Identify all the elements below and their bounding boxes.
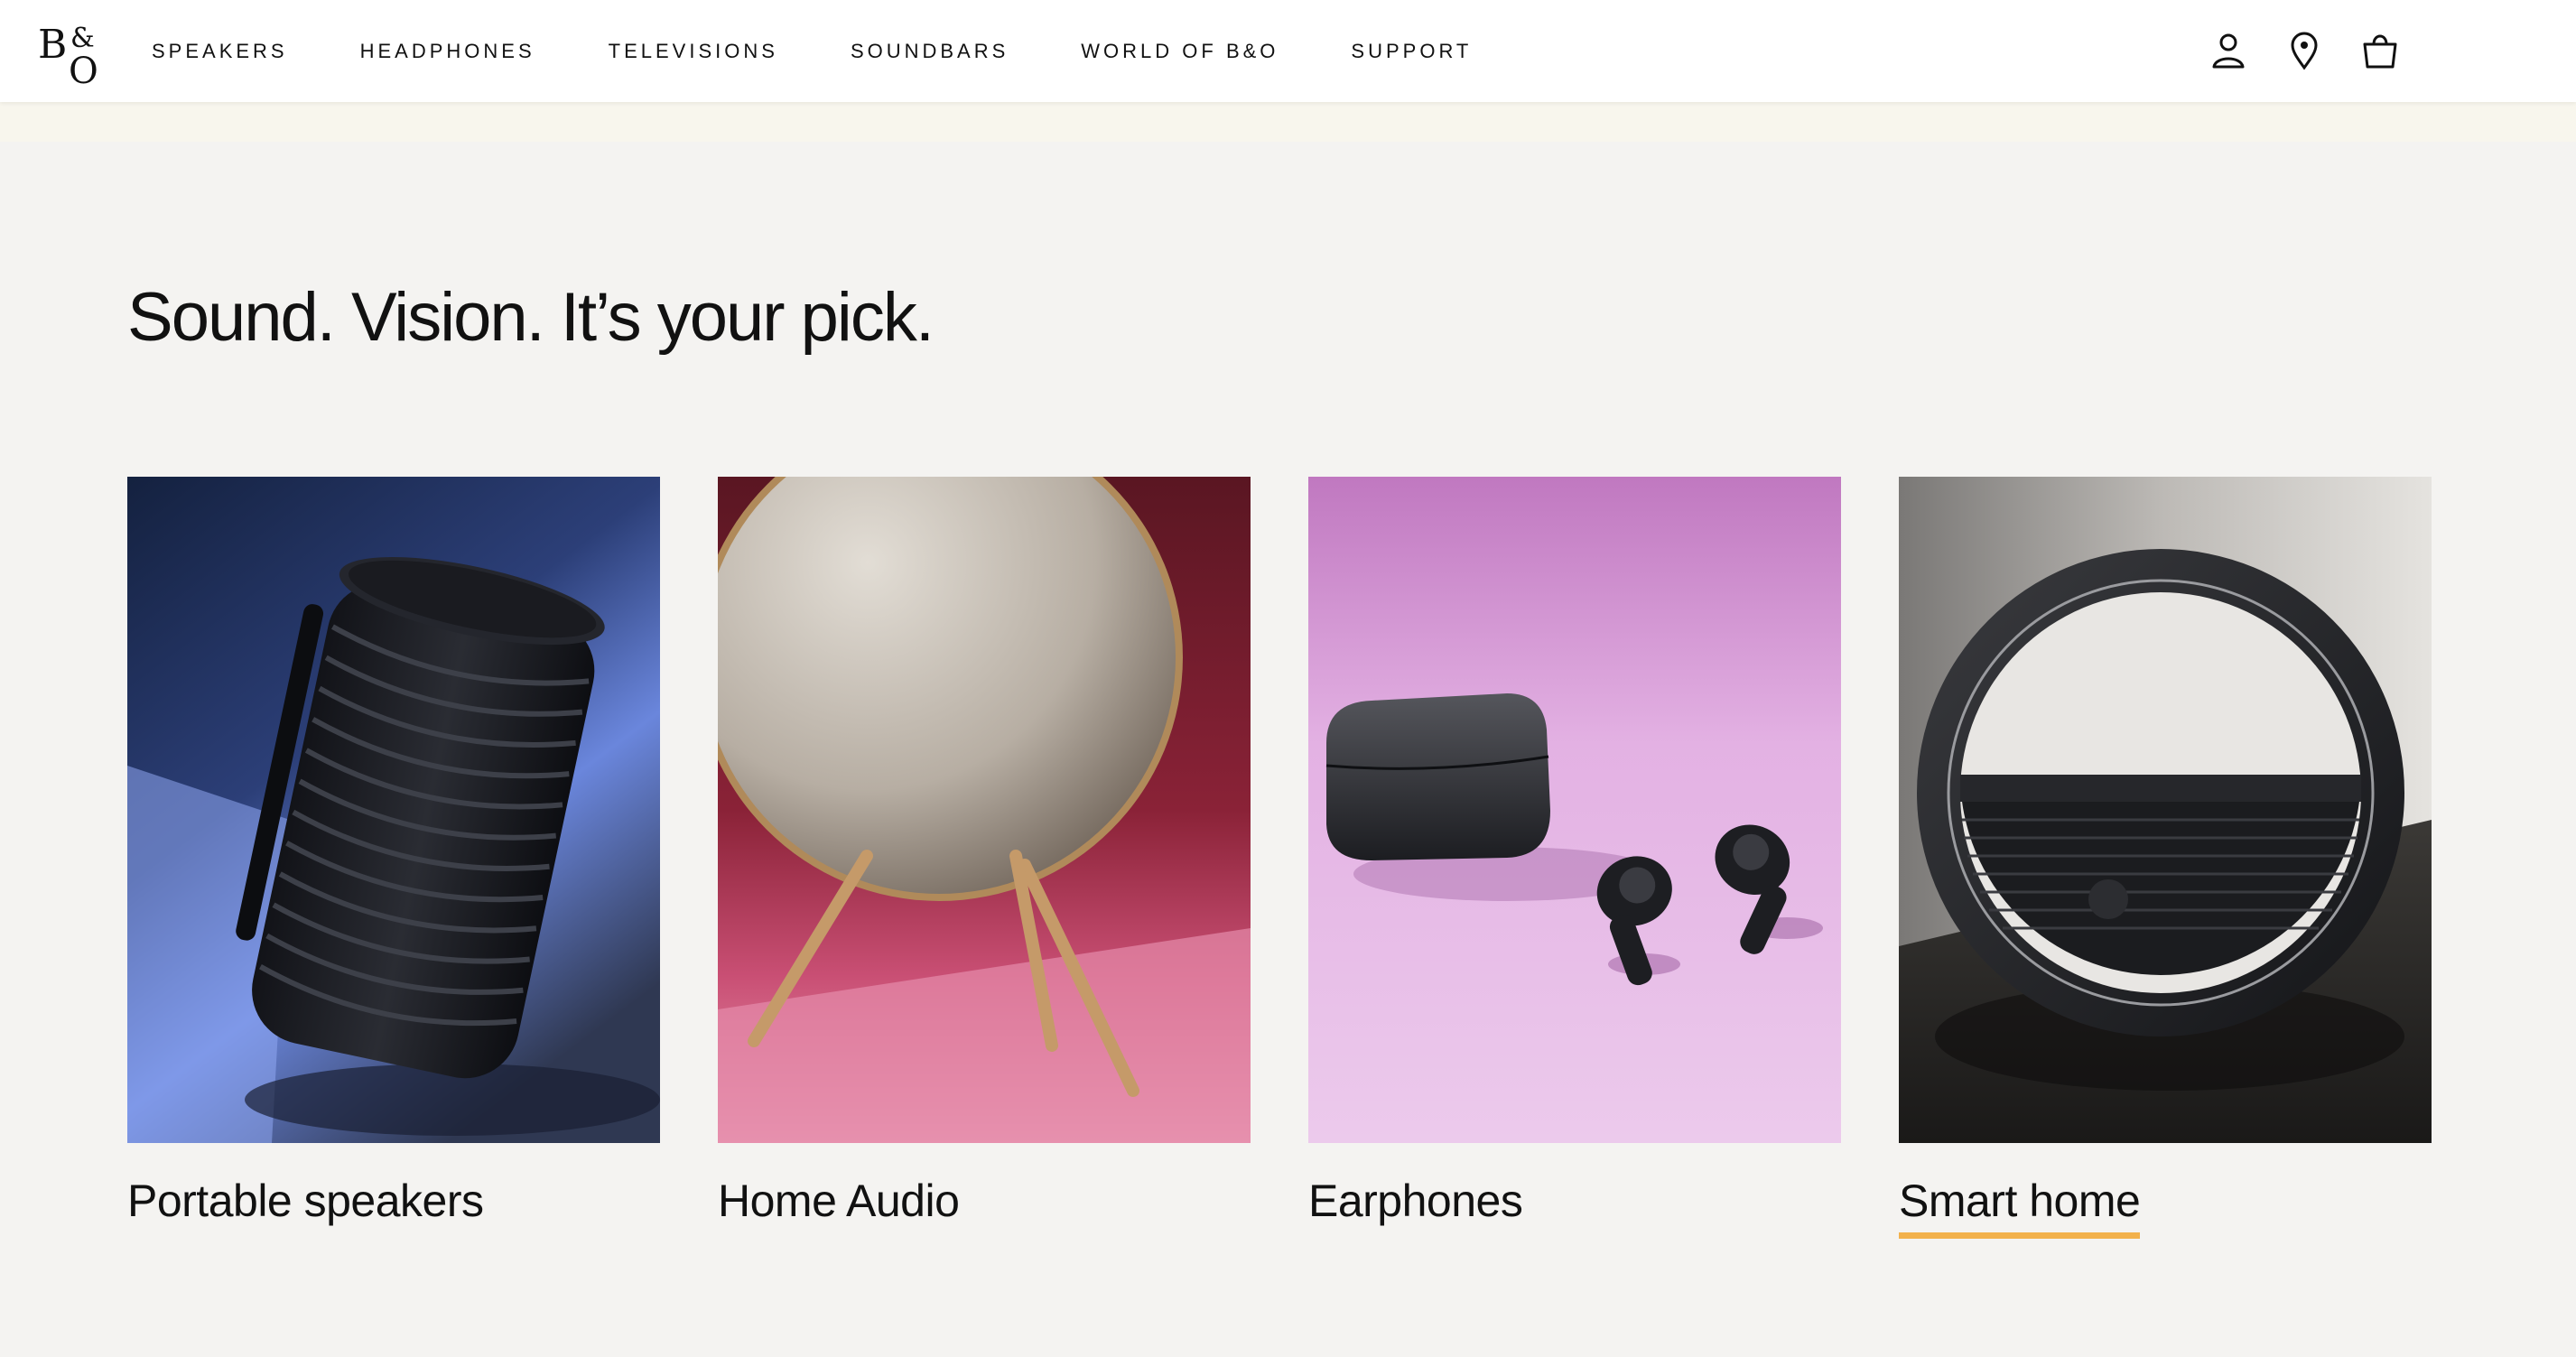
top-navigation-bar: B & O SPEAKERS HEADPHONES TELEVISIONS SO… bbox=[0, 0, 2576, 102]
bang-olufsen-logo[interactable]: B & O bbox=[36, 16, 108, 85]
smart-home-image bbox=[1899, 477, 2432, 1143]
header-actions bbox=[2209, 27, 2400, 74]
svg-text:B: B bbox=[38, 22, 67, 68]
category-label-home-audio[interactable]: Home Audio bbox=[718, 1175, 960, 1232]
earphones-image bbox=[1308, 477, 1841, 1143]
category-label-portable-speakers[interactable]: Portable speakers bbox=[127, 1175, 484, 1232]
shopping-bag-icon[interactable] bbox=[2360, 31, 2400, 70]
portable-speaker-image bbox=[127, 477, 660, 1143]
svg-text:O: O bbox=[69, 51, 98, 85]
nav-support[interactable]: SUPPORT bbox=[1351, 40, 1472, 63]
home-audio-speaker-image bbox=[718, 477, 1251, 1143]
category-card-smart-home[interactable]: Smart home bbox=[1899, 477, 2432, 1239]
category-label-earphones[interactable]: Earphones bbox=[1308, 1175, 1523, 1232]
page-headline: Sound. Vision. It’s your pick. bbox=[127, 279, 935, 356]
nav-speakers[interactable]: SPEAKERS bbox=[152, 40, 288, 63]
announcement-banner bbox=[0, 102, 2576, 142]
category-label-smart-home[interactable]: Smart home bbox=[1899, 1175, 2141, 1239]
location-pin-icon[interactable] bbox=[2284, 31, 2324, 70]
category-card-portable-speakers[interactable]: Portable speakers bbox=[127, 477, 660, 1226]
nav-world-of-bo[interactable]: WORLD OF B&O bbox=[1081, 40, 1279, 63]
svg-text:&: & bbox=[70, 23, 95, 54]
user-icon[interactable] bbox=[2209, 31, 2248, 70]
nav-soundbars[interactable]: SOUNDBARS bbox=[851, 40, 1009, 63]
nav-televisions[interactable]: TELEVISIONS bbox=[609, 40, 778, 63]
main-nav: SPEAKERS HEADPHONES TELEVISIONS SOUNDBAR… bbox=[152, 0, 1544, 102]
nav-headphones[interactable]: HEADPHONES bbox=[360, 40, 535, 63]
category-card-earphones[interactable]: Earphones bbox=[1308, 477, 1841, 1226]
category-card-home-audio[interactable]: Home Audio bbox=[718, 477, 1251, 1226]
